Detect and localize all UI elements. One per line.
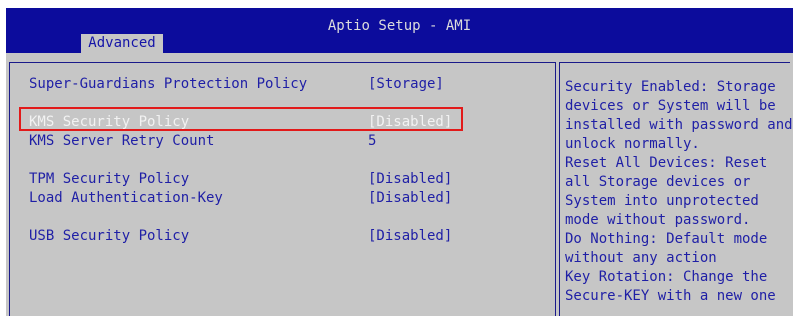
title-bar: Aptio Setup - AMI Advanced xyxy=(6,8,793,53)
settings-panel: Super-Guardians Protection Policy [Stora… xyxy=(9,62,556,316)
help-line: without any action xyxy=(565,250,717,266)
setting-label: USB Security Policy xyxy=(29,228,190,244)
app-title: Aptio Setup - AMI xyxy=(327,18,472,34)
setting-value[interactable]: [Disabled] xyxy=(368,189,452,208)
help-panel: Security Enabled: Storage devices or Sys… xyxy=(559,62,793,316)
help-line: Do Nothing: Default mode xyxy=(565,231,768,247)
setting-value[interactable]: [Storage] xyxy=(368,75,444,94)
setting-row-kms-security-policy[interactable]: KMS Security Policy [Disabled] xyxy=(10,113,555,132)
setting-row-tpm-security-policy[interactable]: TPM Security Policy [Disabled] xyxy=(10,170,555,189)
setting-row-kms-server-retry-count[interactable]: KMS Server Retry Count 5 xyxy=(10,132,555,151)
help-line: mode without password. xyxy=(565,212,751,228)
help-line: unlock normally. xyxy=(565,136,700,152)
help-text: Security Enabled: Storage devices or Sys… xyxy=(565,78,793,306)
setting-row-load-authentication-key[interactable]: Load Authentication-Key [Disabled] xyxy=(10,189,555,208)
setting-value[interactable]: [Disabled] xyxy=(368,113,452,132)
help-line: Security Enabled: Storage xyxy=(565,79,776,95)
help-line: Secure-KEY with a new one xyxy=(565,288,776,304)
setting-label: TPM Security Policy xyxy=(29,171,190,187)
setting-row-usb-security-policy[interactable]: USB Security Policy [Disabled] xyxy=(10,227,555,246)
setting-value[interactable]: [Disabled] xyxy=(368,170,452,189)
help-line: all Storage devices or xyxy=(565,174,751,190)
main-area: Super-Guardians Protection Policy [Stora… xyxy=(6,57,793,316)
setting-label: Load Authentication-Key xyxy=(29,190,223,206)
setting-value[interactable]: [Disabled] xyxy=(368,227,452,246)
help-line: devices or System will be xyxy=(565,98,776,114)
help-line: Key Rotation: Change the xyxy=(565,269,768,285)
help-line: installed with password and xyxy=(565,117,793,133)
setting-label: KMS Security Policy xyxy=(29,114,190,130)
setting-row-super-guardians[interactable]: Super-Guardians Protection Policy [Stora… xyxy=(10,75,555,94)
help-line: Reset All Devices: Reset xyxy=(565,155,768,171)
setting-label: KMS Server Retry Count xyxy=(29,133,215,149)
setting-value[interactable]: 5 xyxy=(368,132,376,151)
setting-label: Super-Guardians Protection Policy xyxy=(29,76,308,92)
tab-advanced[interactable]: Advanced xyxy=(81,34,163,53)
help-line: System into unprotected xyxy=(565,193,759,209)
